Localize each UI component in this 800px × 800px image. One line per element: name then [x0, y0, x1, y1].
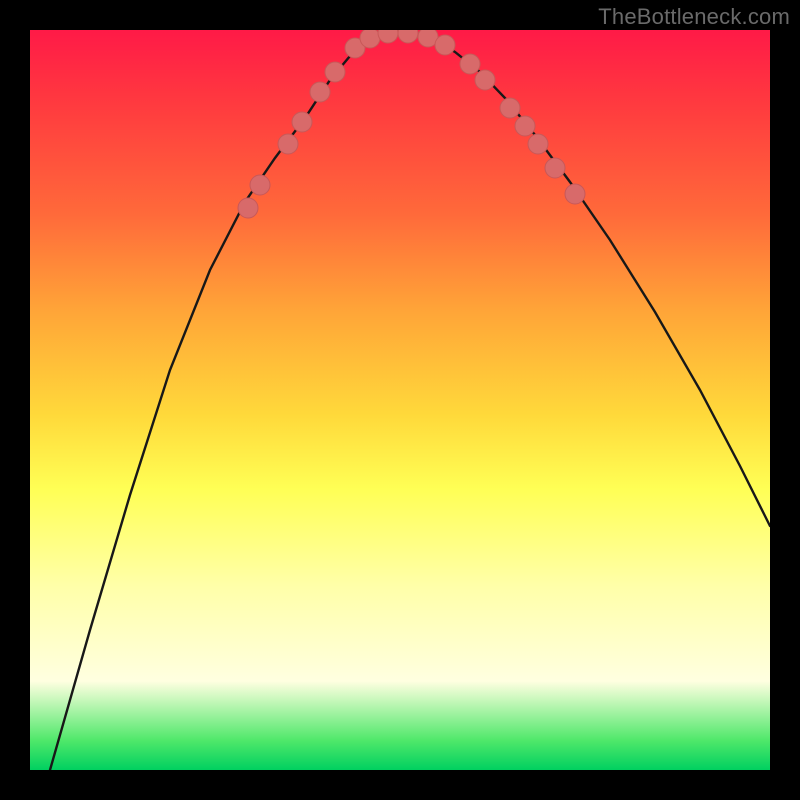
curve-marker: [545, 158, 565, 178]
curve-marker: [435, 35, 455, 55]
curve-marker: [398, 30, 418, 43]
curve-marker: [515, 116, 535, 136]
curve-marker: [360, 30, 380, 48]
watermark-text: TheBottleneck.com: [598, 4, 790, 30]
curve-marker: [500, 98, 520, 118]
curve-marker: [378, 30, 398, 43]
chart-frame: TheBottleneck.com: [0, 0, 800, 800]
bottleneck-curve: [50, 33, 770, 770]
curve-marker: [292, 112, 312, 132]
curve-marker: [475, 70, 495, 90]
curve-marker: [310, 82, 330, 102]
curve-marker: [238, 198, 258, 218]
curve-marker: [460, 54, 480, 74]
curve-marker: [325, 62, 345, 82]
curve-marker: [278, 134, 298, 154]
curve-markers: [238, 30, 585, 218]
curve-marker: [250, 175, 270, 195]
curve-marker: [528, 134, 548, 154]
curve-marker: [565, 184, 585, 204]
curve-layer: [30, 30, 770, 770]
plot-area: [30, 30, 770, 770]
